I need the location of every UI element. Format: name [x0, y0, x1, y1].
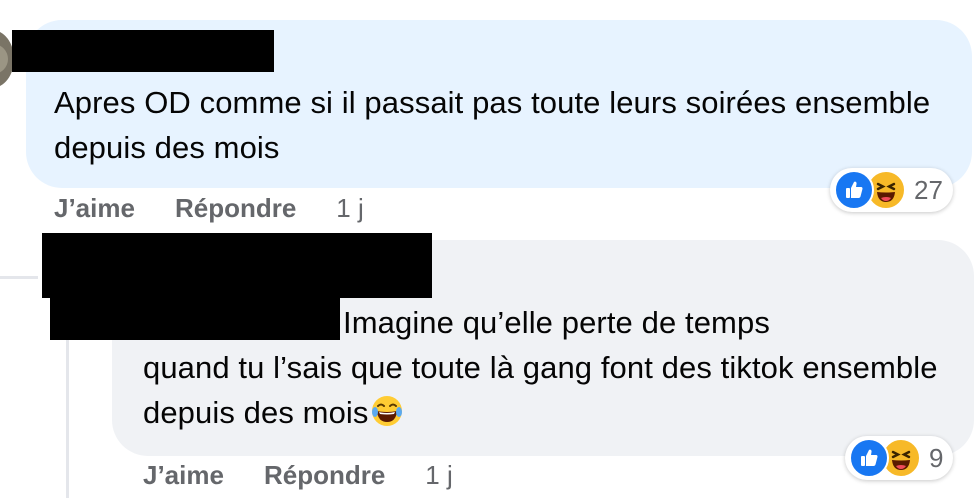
reply-text-first-line: Imagine qu’elle perte de temps	[343, 305, 770, 340]
reaction-count: 9	[929, 442, 944, 473]
reply-button[interactable]: Répondre	[264, 460, 385, 491]
reply-text-rest: quand tu l’sais que toute là gang font d…	[143, 350, 938, 430]
redacted-mention	[50, 298, 340, 340]
like-button[interactable]: J’aime	[143, 460, 224, 491]
comment-actions: J’aime Répondre 1 j	[54, 193, 364, 224]
comment-text: Apres OD comme si il passait pas toute l…	[54, 85, 931, 165]
reaction-count: 27	[914, 174, 943, 205]
thread-connector	[0, 276, 38, 279]
reaction-summary[interactable]: 9	[845, 436, 954, 480]
like-icon	[834, 170, 874, 210]
timestamp[interactable]: 1 j	[336, 193, 363, 224]
redacted-author-name	[42, 233, 432, 298]
timestamp[interactable]: 1 j	[425, 460, 452, 491]
reply-actions: J’aime Répondre 1 j	[143, 460, 453, 491]
reaction-summary[interactable]: 27	[830, 168, 953, 212]
redacted-author-name	[12, 30, 274, 72]
thread-line	[66, 318, 69, 498]
reply-button[interactable]: Répondre	[175, 193, 296, 224]
reply-text: quand tu l’sais que toute là gang font d…	[143, 345, 943, 435]
like-icon	[849, 438, 889, 478]
face-with-tears-of-joy-icon	[371, 394, 403, 426]
like-button[interactable]: J’aime	[54, 193, 135, 224]
